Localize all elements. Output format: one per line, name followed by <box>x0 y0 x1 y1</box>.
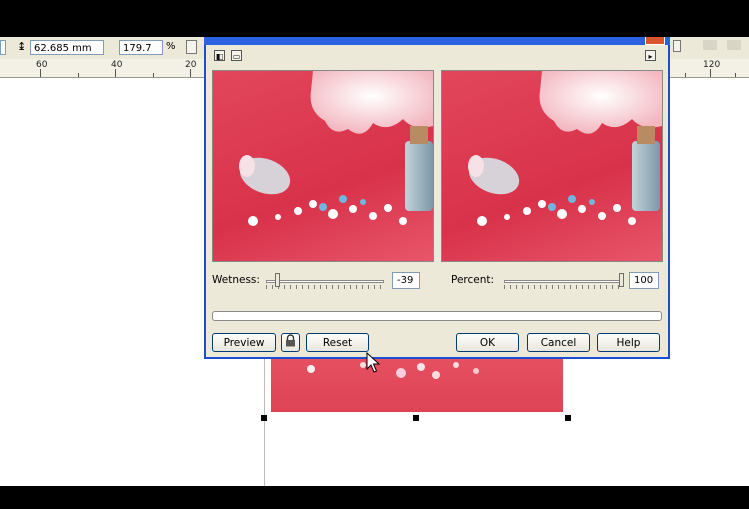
ok-button[interactable]: OK <box>456 333 519 352</box>
wetness-slider-thumb[interactable] <box>275 273 280 287</box>
lock-ratio-icon[interactable] <box>186 40 197 54</box>
arrow-cursor-icon <box>366 352 380 373</box>
percent-value-field[interactable]: 100 <box>629 272 659 289</box>
play-arrow-icon[interactable]: ▸ <box>645 50 656 61</box>
progress-bar <box>212 311 662 321</box>
top-black-bar <box>0 0 749 37</box>
height-icon: ↨ <box>17 40 27 53</box>
height-field[interactable]: 62.685 mm <box>30 40 104 55</box>
wetness-label: Wetness: <box>212 274 260 286</box>
wetness-slider-track[interactable] <box>266 280 384 283</box>
toolbar-icon[interactable] <box>703 40 717 50</box>
help-button[interactable]: Help <box>597 333 660 352</box>
bottom-black-bar <box>0 486 749 509</box>
bitmap-content <box>307 362 479 379</box>
percent-slider-ticks <box>504 285 622 289</box>
result-photo <box>468 71 662 226</box>
wetness-slider-ticks <box>266 285 384 289</box>
percent-slider-track[interactable] <box>504 280 622 283</box>
toolbar-icon[interactable] <box>673 40 681 52</box>
wetness-value-field[interactable]: -39 <box>392 272 420 289</box>
result-preview[interactable] <box>441 70 663 262</box>
ruler-label: 20 <box>185 60 197 70</box>
scale-field[interactable]: 179.7 <box>119 40 163 55</box>
cancel-button[interactable]: Cancel <box>527 333 590 352</box>
width-field[interactable] <box>0 40 6 55</box>
dialog-title-bar[interactable] <box>204 37 670 45</box>
ruler-label: 40 <box>111 60 123 70</box>
scale-unit: % <box>166 41 176 52</box>
split-preview-icon[interactable]: ◧ <box>214 50 225 61</box>
original-photo <box>239 71 433 226</box>
single-preview-icon[interactable]: ▭ <box>231 50 242 61</box>
percent-label: Percent: <box>451 274 495 286</box>
selection-handle[interactable] <box>565 415 571 421</box>
percent-slider-thumb[interactable] <box>619 273 624 287</box>
ruler-label: 120 <box>703 60 721 70</box>
preview-button[interactable]: Preview <box>212 333 276 352</box>
reset-button[interactable]: Reset <box>306 333 369 352</box>
original-preview[interactable] <box>212 70 434 262</box>
selected-bitmap[interactable] <box>271 355 563 412</box>
selection-handle[interactable] <box>413 415 419 421</box>
ruler-label: 60 <box>36 60 48 70</box>
close-icon[interactable] <box>645 37 665 45</box>
lock-button[interactable] <box>281 333 300 352</box>
selection-handle[interactable] <box>261 415 267 421</box>
lock-icon <box>286 334 295 347</box>
toolbar-icon[interactable] <box>727 40 741 50</box>
